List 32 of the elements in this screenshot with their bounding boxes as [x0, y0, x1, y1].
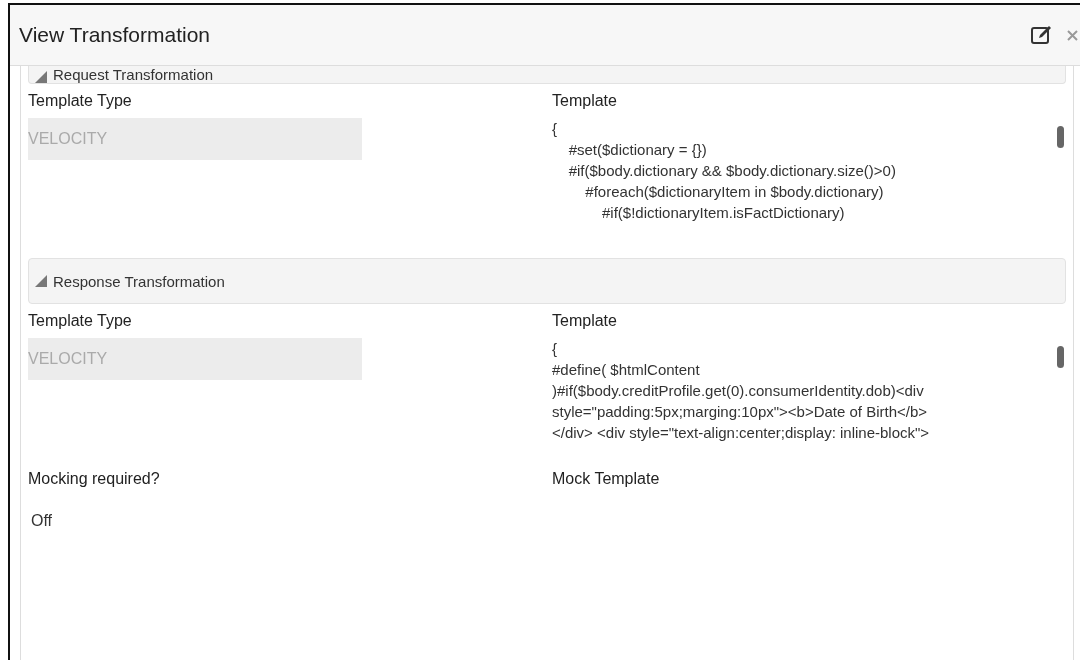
field-label: Template Type [28, 92, 133, 110]
edit-button[interactable] [1031, 25, 1053, 45]
mocking-value: Off [30, 511, 54, 530]
triangle-icon [35, 275, 47, 287]
code-line: style="padding:5px;marging:10px"><b>Date of Birth</b> [552, 402, 929, 422]
field-label: Template [552, 312, 618, 330]
code-line: { [552, 339, 558, 359]
code-line: { [552, 119, 558, 139]
code-line: #if($body.dictionary && $body.dictionary.size()>0) [567, 161, 897, 181]
field-label: Template [552, 92, 618, 110]
code-line: #define( $htmlContent [552, 360, 701, 380]
code-line: #if($!dictionaryItem.isFactDictionary) [601, 203, 846, 223]
close-button[interactable] [1067, 29, 1078, 41]
section-title: Request Transformation [53, 66, 214, 83]
template-code-area[interactable]: { #define( $htmlContent )#if($body.creditProfile.get(0).consumerIdentity.dob)<div style="padding:5px;marging:10px"><b>Date of Birth</b> </div> <div style="text-align:center;display: inline-block"> [552, 338, 1066, 456]
scrollbar-thumb[interactable] [1057, 346, 1064, 368]
close-icon [1067, 29, 1078, 41]
section-title: Response Transformation [53, 272, 225, 290]
scrollbar-thumb[interactable] [1057, 126, 1064, 148]
field-label: Mock Template [552, 470, 661, 488]
code-line: )#if($body.creditProfile.get(0).consumerIdentity.dob)<div [552, 381, 925, 401]
section-header[interactable]: Response Transformation [28, 258, 1066, 304]
field-label: Template Type [28, 312, 133, 330]
code-line: #set($dictionary = {}) [567, 140, 708, 160]
window-title: View Transformation [19, 23, 212, 47]
section-header[interactable]: Request Transformation [28, 66, 1066, 84]
triangle-icon [35, 71, 47, 83]
edit-icon [1031, 25, 1053, 45]
template-code-area[interactable]: { #set($dictionary = {}) #if($body.dictionary && $body.dictionary.size()>0) #foreach($dictionaryItem in $body.dictionary) #if($!dictionaryItem.isFactDictionary) [552, 118, 1066, 236]
code-line: </div> <div style="text-align:center;display: inline-block"> [552, 423, 931, 443]
code-line: #foreach($dictionaryItem in $body.dictionary) [584, 182, 885, 202]
field-label: Mocking required? [28, 470, 161, 488]
